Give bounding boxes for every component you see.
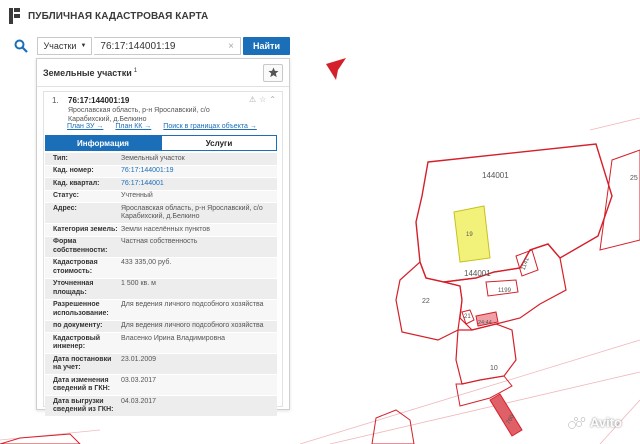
- info-row: Дата постановки на учет: 23.01.2009: [45, 354, 277, 375]
- info-row-value: Земли населённых пунктов: [121, 225, 211, 233]
- search-bar: Участки ▼ 76:17:144001:19 × Найти: [10, 34, 290, 58]
- info-row-value: Ярославская область, р-н Ярославский, с/…: [121, 204, 263, 221]
- info-tabs: Информация Услуги: [45, 135, 277, 151]
- info-row-key: Категория земель:: [53, 225, 118, 233]
- info-row-value: Для ведения личного подсобного хозяйства: [121, 322, 264, 329]
- info-row: Разрешенное использование: Для ведения ли…: [45, 299, 277, 321]
- tab-information[interactable]: Информация: [45, 135, 161, 151]
- info-row: Кадастровая стоимость: 433 335,00 руб.: [45, 257, 277, 279]
- info-row-key: Адрес:: [53, 204, 77, 212]
- map-label-quarter-1: 144001: [482, 171, 509, 180]
- map-label-10: 10: [490, 365, 498, 372]
- info-row-value: 04.03.2017: [121, 397, 157, 405]
- tab-services[interactable]: Услуги: [161, 135, 277, 151]
- info-row-key: Разрешенное использование:: [53, 301, 109, 317]
- info-row-key: Уточненная площадь:: [53, 280, 94, 296]
- info-row-key: Дата выгрузки сведений из ГКН:: [53, 397, 114, 414]
- info-row: Дата выгрузки сведений из ГКН: 04.03.2017: [45, 396, 277, 417]
- map-label-quarter-2: 144001: [464, 269, 491, 278]
- info-row-value: Для ведения личного подсобного хозяйства: [121, 301, 264, 308]
- info-row-value: 03.03.2017: [121, 376, 157, 384]
- info-row: Кад. номер: 76:17:144001:19: [45, 165, 277, 178]
- info-row-value: 1 500 кв. м: [121, 280, 156, 287]
- info-row: Тип: Земельный участок: [45, 153, 277, 166]
- collapse-icon[interactable]: ⌃: [269, 95, 276, 104]
- chevron-down-icon: ▼: [80, 43, 87, 49]
- info-row: Категория земель: Земли населённых пункто…: [45, 224, 277, 237]
- panel-header: Земельные участки 1: [37, 59, 289, 87]
- panel-title: Земельные участки 1: [43, 68, 137, 78]
- results-panel: Земельные участки 1 1. 76:17:144001:19 Яр…: [36, 58, 290, 417]
- warning-icon[interactable]: ⚠: [249, 95, 256, 104]
- map-label-19: 19: [466, 232, 473, 238]
- info-row-key: Статус:: [53, 192, 79, 199]
- watermark-text: Avito: [589, 415, 622, 430]
- avito-logo-icon: [568, 416, 586, 429]
- plan-zu-link[interactable]: План ЗУ →: [67, 123, 103, 130]
- item-address: Ярославская область, р-н Ярославский, с/…: [68, 107, 210, 123]
- info-row-value: Власенко Ирина Владимировна: [121, 334, 226, 342]
- map-label-24-44: 24:44: [478, 320, 492, 326]
- avito-watermark: Avito: [568, 415, 622, 430]
- info-row-key: Кадастровый инженер:: [53, 334, 101, 351]
- info-row: Адрес: Ярославская область, р-н Ярославск…: [45, 203, 277, 224]
- info-row-value: Частная собственность: [121, 238, 198, 245]
- info-row: Кад. квартал: 76:17:144001: [45, 178, 277, 191]
- search-type-select[interactable]: Участки ▼: [37, 37, 93, 55]
- clear-icon[interactable]: ×: [228, 41, 234, 52]
- cadastral-number: 76:17:144001:19: [68, 96, 130, 105]
- app-title: ПУБЛИЧНАЯ КАДАСТРОВАЯ КАРТА: [28, 10, 209, 22]
- plan-kk-link[interactable]: План КК →: [115, 123, 151, 130]
- info-row-key: Форма собственности:: [53, 238, 108, 254]
- info-row-key: Тип:: [53, 154, 68, 162]
- info-row-key: Кадастровая стоимость:: [53, 259, 98, 275]
- star-outline-icon[interactable]: ☆: [259, 95, 266, 104]
- item-index: 1.: [52, 96, 59, 105]
- map-label-22: 22: [422, 298, 430, 305]
- card-links: План ЗУ → План КК → Поиск в границах объ…: [67, 123, 257, 130]
- find-button[interactable]: Найти: [243, 37, 290, 55]
- info-row-value: 23.01.2009: [121, 355, 157, 363]
- app-header: ПУБЛИЧНАЯ КАДАСТРОВАЯ КАРТА: [0, 0, 300, 32]
- info-row: Статус: Учтенный: [45, 190, 277, 203]
- map-label-1199: 1199: [498, 288, 512, 294]
- info-row-key: Дата постановки на учет:: [53, 355, 112, 372]
- search-icon[interactable]: [10, 35, 31, 57]
- info-row: по документу: Для ведения личного подсобн…: [45, 320, 277, 333]
- info-row-value: Учтенный: [121, 192, 153, 199]
- info-row: Дата изменения сведений в ГКН: 03.03.2017: [45, 375, 277, 396]
- info-row-key: Кад. квартал:: [53, 179, 100, 187]
- info-row-value[interactable]: 76:17:144001: [119, 180, 277, 189]
- search-in-bounds-link[interactable]: Поиск в границах объекта →: [163, 123, 257, 130]
- info-row-key: по документу:: [53, 322, 103, 329]
- info-table: Тип: Земельный участок Кад. номер: 76:17:14…: [45, 153, 277, 417]
- info-row-value: Земельный участок: [121, 154, 185, 162]
- search-input[interactable]: 76:17:144001:19 ×: [94, 37, 242, 55]
- panel-title-text: Земельные участки: [43, 67, 132, 78]
- favorites-button[interactable]: [263, 63, 283, 82]
- search-query-value: 76:17:144001:19: [100, 40, 176, 52]
- result-count: 1: [133, 67, 138, 74]
- search-type-label: Участки: [43, 41, 77, 51]
- info-row-value: 433 335,00 руб.: [121, 259, 172, 266]
- map-label-21: 21: [464, 314, 471, 320]
- card-tools: ⚠ ☆ ⌃: [249, 95, 276, 104]
- info-row-key: Дата изменения сведений в ГКН:: [53, 376, 110, 393]
- info-row: Кадастровый инженер: Власенко Ирина Влади…: [45, 333, 277, 354]
- info-row-key: Кад. номер:: [53, 167, 94, 174]
- info-row-value[interactable]: 76:17:144001:19: [119, 167, 277, 176]
- info-row: Форма собственности: Частная собственност…: [45, 236, 277, 258]
- rosreestr-logo-icon: [9, 8, 20, 24]
- star-icon: [267, 67, 279, 78]
- info-row: Уточненная площадь: 1 500 кв. м: [45, 278, 277, 300]
- map-label-25: 25: [630, 175, 638, 182]
